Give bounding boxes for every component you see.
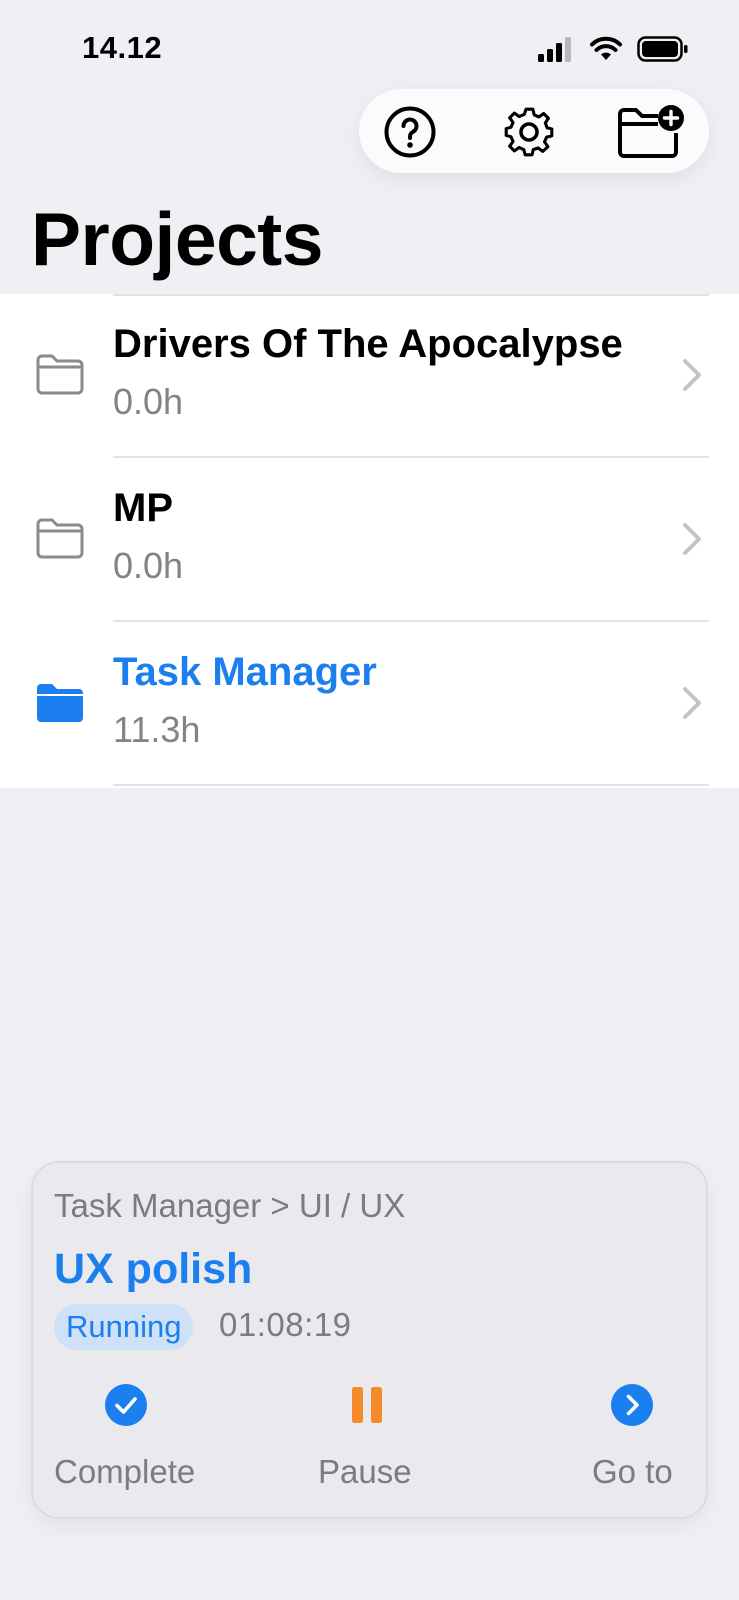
top-toolbar (359, 89, 709, 173)
folder-outline-icon (35, 352, 85, 396)
chevron-right-circle-icon (610, 1383, 654, 1427)
chevron-right-icon (681, 521, 703, 557)
project-name: Drivers Of The Apocalypse (113, 322, 623, 366)
checkmark-circle-icon (104, 1383, 148, 1427)
complete-button[interactable]: Complete (33, 1383, 213, 1503)
new-folder-plus-icon (618, 105, 684, 158)
goto-label: Go to (592, 1453, 673, 1490)
wifi-icon (590, 36, 622, 60)
task-title: UX polish (54, 1245, 253, 1293)
elapsed-timer: 01:08:19 (219, 1306, 352, 1343)
pause-button[interactable]: Pause (283, 1383, 463, 1503)
project-row-active[interactable]: Task Manager 11.3h (0, 622, 739, 786)
project-name: MP (113, 486, 173, 530)
project-name: Task Manager (113, 650, 377, 694)
projects-screen: 14.12 Projects Drivers Of The Apocalypse… (0, 0, 739, 1600)
folder-filled-icon (35, 680, 85, 724)
row-separator (113, 784, 709, 786)
project-row[interactable]: MP 0.0h (0, 458, 739, 622)
running-task-card[interactable]: Task Manager > UI / UX UX polish Running… (31, 1161, 708, 1519)
settings-gear-icon (504, 107, 554, 157)
battery-icon (637, 36, 688, 62)
project-hours: 0.0h (113, 381, 184, 422)
pause-label: Pause (318, 1453, 412, 1490)
project-row[interactable]: Drivers Of The Apocalypse 0.0h (0, 294, 739, 458)
add-project-button[interactable] (614, 103, 686, 161)
folder-outline-icon (35, 516, 85, 560)
project-hours: 0.0h (113, 545, 184, 586)
pause-icon (345, 1383, 389, 1427)
settings-button[interactable] (501, 104, 557, 160)
help-button[interactable] (382, 104, 438, 160)
help-icon (384, 106, 436, 158)
goto-button[interactable]: Go to (513, 1383, 693, 1503)
project-hours: 11.3h (113, 709, 201, 750)
page-title: Projects (31, 197, 323, 281)
cellular-signal-icon (538, 37, 571, 62)
projects-list: Drivers Of The Apocalypse 0.0h MP 0.0h T… (0, 294, 739, 788)
chevron-right-icon (681, 357, 703, 393)
complete-label: Complete (54, 1453, 196, 1490)
task-breadcrumb: Task Manager > UI / UX (54, 1187, 406, 1224)
chevron-right-icon (681, 685, 703, 721)
status-time: 14.12 (82, 30, 163, 65)
status-badge: Running (54, 1304, 194, 1350)
